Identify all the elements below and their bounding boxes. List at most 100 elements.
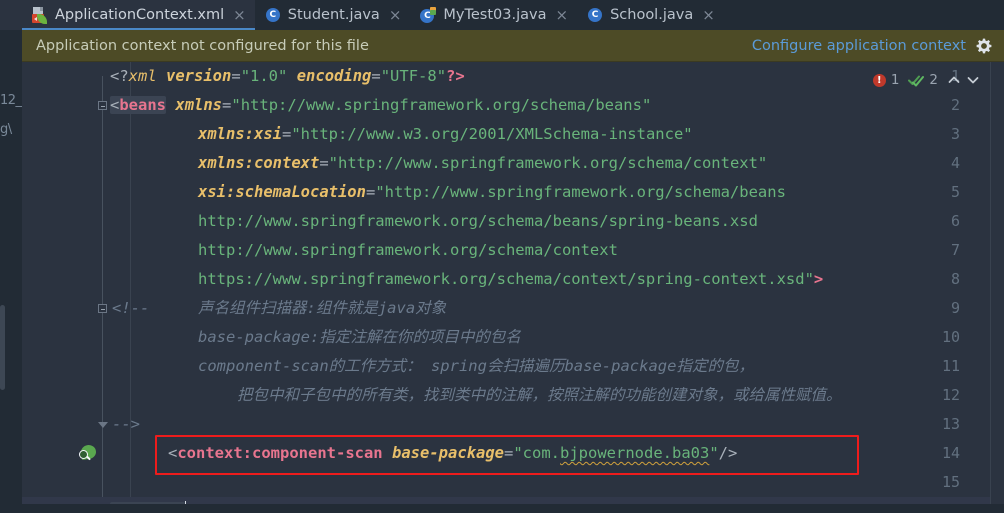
tab-applicationcontext-xml[interactable]: ApplicationContext.xml × [22,0,255,30]
inspection-widget[interactable]: ! 1 2 [872,70,980,90]
tab-close-icon[interactable]: × [556,7,569,23]
code-line-8: 8 https://www.springframework.org/schema… [22,265,1004,294]
bottom-edge-strip [0,504,1004,513]
token-attr: xmlns [175,96,223,114]
editor-tab-bar: ApplicationContext.xml × C Student.java … [22,0,1004,30]
error-icon[interactable]: ! [872,73,886,87]
tab-school-java[interactable]: C School.java × [577,0,724,30]
tab-close-icon[interactable]: × [233,7,246,23]
left-strip-tab-header [0,0,22,30]
token-attr: xmlns:context [198,154,320,172]
token-tag: beans [119,96,167,114]
application-context-banner: Application context not configured for t… [22,30,1004,62]
spring-bean-icon[interactable] [79,444,97,462]
token-value: https://www.springframework.org/schema/c… [198,270,814,288]
ghost-text-b: g\ [0,122,12,137]
line-content: <beans xmlns="http://www.springframework… [110,96,652,114]
token-tag: context:component-scan [177,444,383,462]
code-line-11: 11 component-scan的工作方式： spring会扫描遍历base-… [22,352,1004,381]
left-strip-scrollbar[interactable] [0,305,5,390]
java-class-icon: C [587,7,603,23]
code-line-13: 13 --> [22,410,1004,439]
tab-student-java[interactable]: C Student.java × [255,0,411,30]
ghost-text-a: 12_ [0,93,22,108]
tab-label: MyTest03.java [443,7,547,23]
tab-label: Student.java [287,7,380,23]
token-package-prefix: com. [522,444,560,462]
line-content: xsi:schemaLocation="http://www.springfra… [198,183,786,201]
banner-message: Application context not configured for t… [36,37,369,54]
token-value: "http://www.springframework.org/schema/b… [231,96,652,114]
ok-count: 2 [929,72,938,88]
line-content: component-scan的工作方式： spring会扫描遍历base-pac… [198,357,754,375]
chevron-down-icon[interactable] [966,74,980,86]
token-attr: xmlns:xsi [198,125,282,143]
token-punct: < [168,444,178,462]
line-content: 声名组件扫描器:组件就是java对象 [198,299,447,317]
code-line-5: 5 xsi:schemaLocation="http://www.springf… [22,178,1004,207]
line-content: xmlns:context="http://www.springframewor… [198,154,768,172]
line-content: <?xml version="1.0" encoding="UTF-8"?> [110,67,465,85]
token-value: "UTF-8" [380,67,447,85]
java-test-class-icon: C [420,7,437,23]
line-content: https://www.springframework.org/schema/c… [198,265,823,294]
fold-marker[interactable] [98,101,107,110]
code-line-9: 9 <!-- 声名组件扫描器:组件就是java对象 [22,294,1004,323]
fold-marker[interactable] [98,304,107,313]
code-line-6: 6 http://www.springframework.org/schema/… [22,207,1004,236]
tab-mytest03-java[interactable]: C MyTest03.java × [410,0,577,30]
error-count: 1 [890,72,900,88]
token-value: "http://www.w3.org/2001/XMLSchema-instan… [291,125,693,143]
token-punct: <? [110,67,129,85]
code-line-12: 12 把包中和子包中的所有类，找到类中的注解，按照注解的功能创建对象，或给属性赋… [22,381,1004,410]
line-content: http://www.springframework.org/schema/co… [198,241,618,259]
tab-label: ApplicationContext.xml [55,7,225,23]
left-tool-strip: 12_ g\ [0,0,22,513]
comment-close: --> [112,415,140,433]
code-line-1: 1 <?xml version="1.0" encoding="UTF-8"?> [22,62,1004,91]
token-quote: " [513,444,523,462]
token-attr: base-package [392,444,504,462]
token-punct: /> [718,444,738,462]
line-content: http://www.springframework.org/schema/be… [198,212,758,230]
idea-editor-window: 12_ g\ ApplicationContext.xml × C Studen… [0,0,1004,513]
line-content: xmlns:xsi="http://www.w3.org/2001/XMLSch… [198,125,693,143]
fold-marker-end[interactable] [98,422,108,428]
tab-close-icon[interactable]: × [702,7,715,23]
token-value: "1.0" [240,67,288,85]
double-check-icon[interactable] [908,73,925,87]
code-editor[interactable]: 1 <?xml version="1.0" encoding="UTF-8"?>… [22,62,1004,513]
token-value: "http://www.springframework.org/schema/c… [328,154,768,172]
right-gutter-divider [990,62,991,513]
tab-close-icon[interactable]: × [389,7,402,23]
token-proc-name: xml [128,67,157,85]
code-line-14: 14 <context:component-scan base-package=… [22,439,1004,468]
tab-label: School.java [610,7,694,23]
line-content: <context:component-scan base-package="co… [168,444,738,462]
line-content: base-package:指定注解在你的项目中的包名 [198,328,521,346]
java-class-icon: C [265,7,281,23]
comment-open: <!-- [112,299,150,317]
token-attr: xsi:schemaLocation [198,183,366,201]
banner-actions: Configure application context [752,38,992,54]
token-punct: ?> [446,67,465,85]
code-line-15: 15 [22,468,1004,497]
code-line-3: 3 xmlns:xsi="http://www.w3.org/2001/XMLS… [22,120,1004,149]
configure-application-context-link[interactable]: Configure application context [752,38,966,54]
spring-xml-config-icon [32,7,48,24]
code-line-2: 2 <beans xmlns="http://www.springframewo… [22,91,1004,120]
code-line-10: 10 base-package:指定注解在你的项目中的包名 [22,323,1004,352]
code-line-4: 4 xmlns:context="http://www.springframew… [22,149,1004,178]
token-value: "http://www.springframework.org/schema/b… [375,183,786,201]
line-content: 把包中和子包中的所有类，找到类中的注解，按照注解的功能创建对象，或给属性赋值。 [237,386,842,404]
token-punct: < [110,96,120,114]
token-punct: > [813,270,824,288]
gear-icon[interactable] [976,38,992,54]
token-quote: " [709,444,719,462]
chevron-up-icon[interactable] [947,74,961,86]
token-attr: encoding [296,67,372,85]
code-line-7: 7 http://www.springframework.org/schema/… [22,236,1004,265]
token-package-unresolved: bjpowernode.ba03 [560,444,710,462]
token-attr: version [166,67,232,85]
editor-marker-scrollbar[interactable] [991,62,1004,513]
